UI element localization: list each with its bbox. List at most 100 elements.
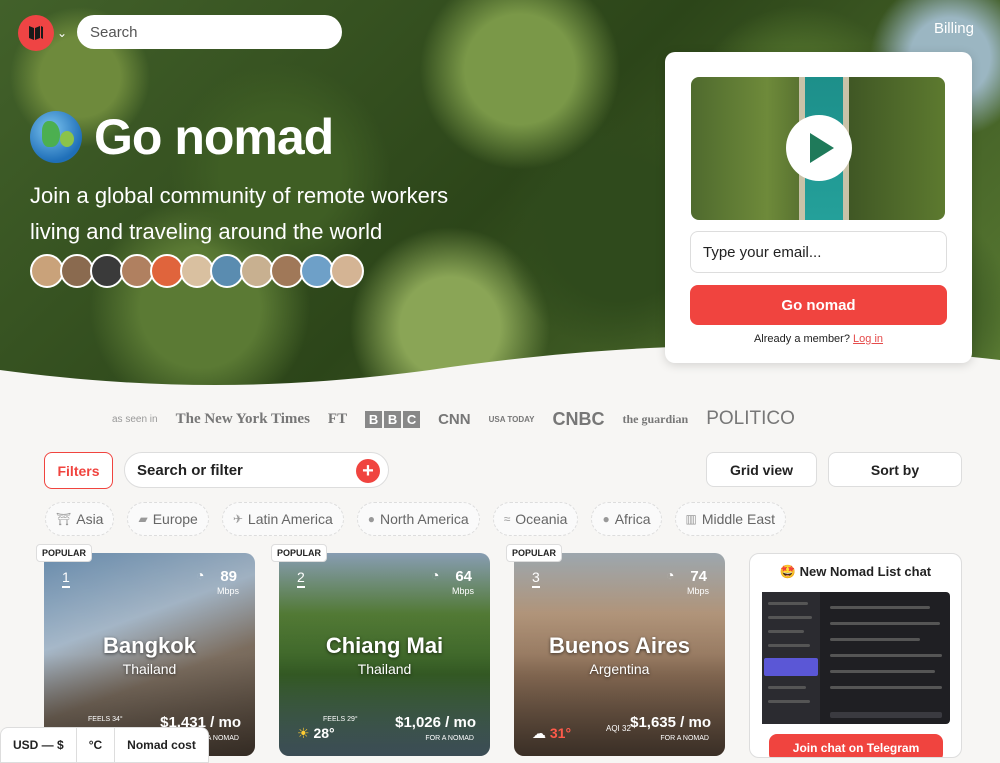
go-nomad-button[interactable]: Go nomad: [690, 285, 947, 325]
bbc-logo: BBC: [365, 410, 421, 428]
speed-unit: Mbps: [686, 586, 709, 596]
africa-icon: ●: [602, 512, 610, 526]
region-label: Middle East: [701, 511, 775, 527]
press-logos: as seen in The New York Times FT BBC CNN…: [112, 408, 795, 430]
region-label: North America: [380, 511, 469, 527]
member-text: Already a member? Log in: [665, 333, 972, 345]
region-label: Europe: [152, 511, 198, 527]
temperature-unit-toggle[interactable]: °C: [77, 728, 116, 762]
billing-link[interactable]: Billing: [934, 20, 974, 37]
cost-label: FOR A NOMAD: [660, 735, 709, 742]
avatar: [150, 254, 184, 288]
signup-card: Go nomad Already a member? Log in: [665, 52, 972, 363]
region-latin-america[interactable]: ✈ Latin America: [221, 502, 344, 536]
latin-america-icon: ✈: [232, 512, 243, 526]
region-label: Asia: [76, 511, 104, 527]
chat-card: 🤩 New Nomad List chat Join chat on Teleg…: [749, 553, 962, 758]
city-card-chiang-mai[interactable]: 2 ◔ 64 Mbps Chiang Mai Thailand FEELS 29…: [279, 553, 490, 756]
avatar: [60, 254, 94, 288]
chat-line: [768, 700, 810, 703]
region-europe[interactable]: ▰ Europe: [127, 502, 209, 536]
feels-like: FEELS 34°: [88, 716, 123, 723]
feels-like: FEELS 29°: [323, 716, 358, 723]
search-input[interactable]: [77, 15, 342, 49]
popular-badge: POPULAR: [36, 544, 93, 562]
filters-button[interactable]: Filters: [44, 452, 113, 489]
hero-subtitle: Join a global community of remote worker…: [30, 183, 449, 244]
speed-unit: Mbps: [216, 586, 239, 596]
chat-title: 🤩 New Nomad List chat: [779, 564, 932, 579]
currency-selector[interactable]: USD — $: [1, 728, 77, 762]
grid-view-button[interactable]: Grid view: [706, 452, 817, 487]
air-quality: AQI 32: [606, 724, 631, 733]
nyt-logo: The New York Times: [175, 410, 310, 427]
chat-selected-channel: [764, 658, 818, 676]
oceania-icon: ≈: [503, 512, 511, 526]
region-africa[interactable]: ● Africa: [591, 502, 662, 536]
city-name: Bangkok: [103, 633, 196, 658]
city-country: Thailand: [357, 661, 412, 677]
avatar: [90, 254, 124, 288]
europe-icon: ▰: [138, 512, 148, 526]
region-label: Africa: [614, 511, 651, 527]
logo-icon[interactable]: [18, 15, 54, 51]
city-name: Buenos Aires: [548, 633, 690, 658]
city-name: Chiang Mai: [325, 633, 444, 658]
internet-speed: 74: [690, 568, 707, 585]
play-icon[interactable]: [786, 115, 852, 181]
region-oceania[interactable]: ≈ Oceania: [492, 502, 579, 536]
chat-line: [830, 638, 920, 641]
cost-label: FOR A NOMAD: [425, 735, 474, 742]
middle-east-icon: ▥: [685, 512, 697, 526]
page-title: Go nomad: [94, 109, 334, 165]
north-america-icon: ●: [367, 512, 375, 526]
join-telegram-button[interactable]: Join chat on Telegram: [769, 734, 943, 757]
city-country: Thailand: [122, 661, 177, 677]
chat-line: [830, 670, 935, 673]
city-country: Argentina: [589, 661, 650, 677]
add-filter-icon[interactable]: +: [356, 459, 380, 483]
temperature: ☁ 31°: [532, 725, 571, 742]
avatar: [300, 254, 334, 288]
nomad-cost-selector[interactable]: Nomad cost: [115, 728, 208, 762]
internet-speed: 64: [455, 568, 472, 585]
speed-unit: Mbps: [451, 586, 474, 596]
temperature-value: 28°: [313, 725, 335, 741]
search-filter-input[interactable]: Search or filter +: [124, 452, 389, 488]
sun-icon: ☀: [297, 725, 310, 741]
chat-line: [830, 606, 930, 609]
chat-line: [768, 602, 808, 605]
sort-by-button[interactable]: Sort by: [828, 452, 962, 487]
temperature: ☀ 28°: [297, 725, 335, 742]
region-label: Latin America: [247, 511, 333, 527]
member-label: Already a member?: [753, 333, 850, 345]
city-card-bangkok[interactable]: 1 ◔ 89 Mbps Bangkok Thailand FEELS 34° $…: [44, 553, 255, 756]
region-label: Oceania: [515, 511, 568, 527]
ft-logo: FT: [327, 410, 348, 427]
chat-line: [768, 644, 810, 647]
region-asia[interactable]: ⛩ Asia: [45, 502, 115, 536]
asia-icon: ⛩: [56, 512, 72, 526]
settings-bar: USD — $ °C Nomad cost: [0, 727, 209, 763]
intro-video[interactable]: [691, 77, 945, 220]
city-cost: $1,635 / mo: [630, 714, 711, 731]
chat-line: [768, 686, 806, 689]
search-filter-label: Search or filter: [137, 461, 243, 479]
popular-badge: POPULAR: [271, 544, 328, 562]
city-rank: 2: [297, 569, 305, 588]
region-middle-east[interactable]: ▥ Middle East: [674, 502, 786, 536]
city-card-buenos-aires[interactable]: 3 ◔ 74 Mbps Buenos Aires Argentina ☁ 31°…: [514, 553, 725, 756]
chevron-down-icon[interactable]: ⌄: [57, 26, 67, 40]
avatar: [240, 254, 274, 288]
chat-screenshot: [762, 592, 950, 724]
chat-line: [768, 616, 812, 619]
seen-in-label: as seen in: [112, 413, 158, 425]
login-link[interactable]: Log in: [853, 333, 883, 345]
cnn-logo: CNN: [438, 410, 471, 428]
cnbc-logo: CNBC: [552, 408, 605, 429]
chat-line: [768, 630, 804, 633]
email-field[interactable]: [690, 231, 947, 273]
region-north-america[interactable]: ● North America: [356, 502, 480, 536]
avatar: [210, 254, 244, 288]
avatar: [330, 254, 364, 288]
